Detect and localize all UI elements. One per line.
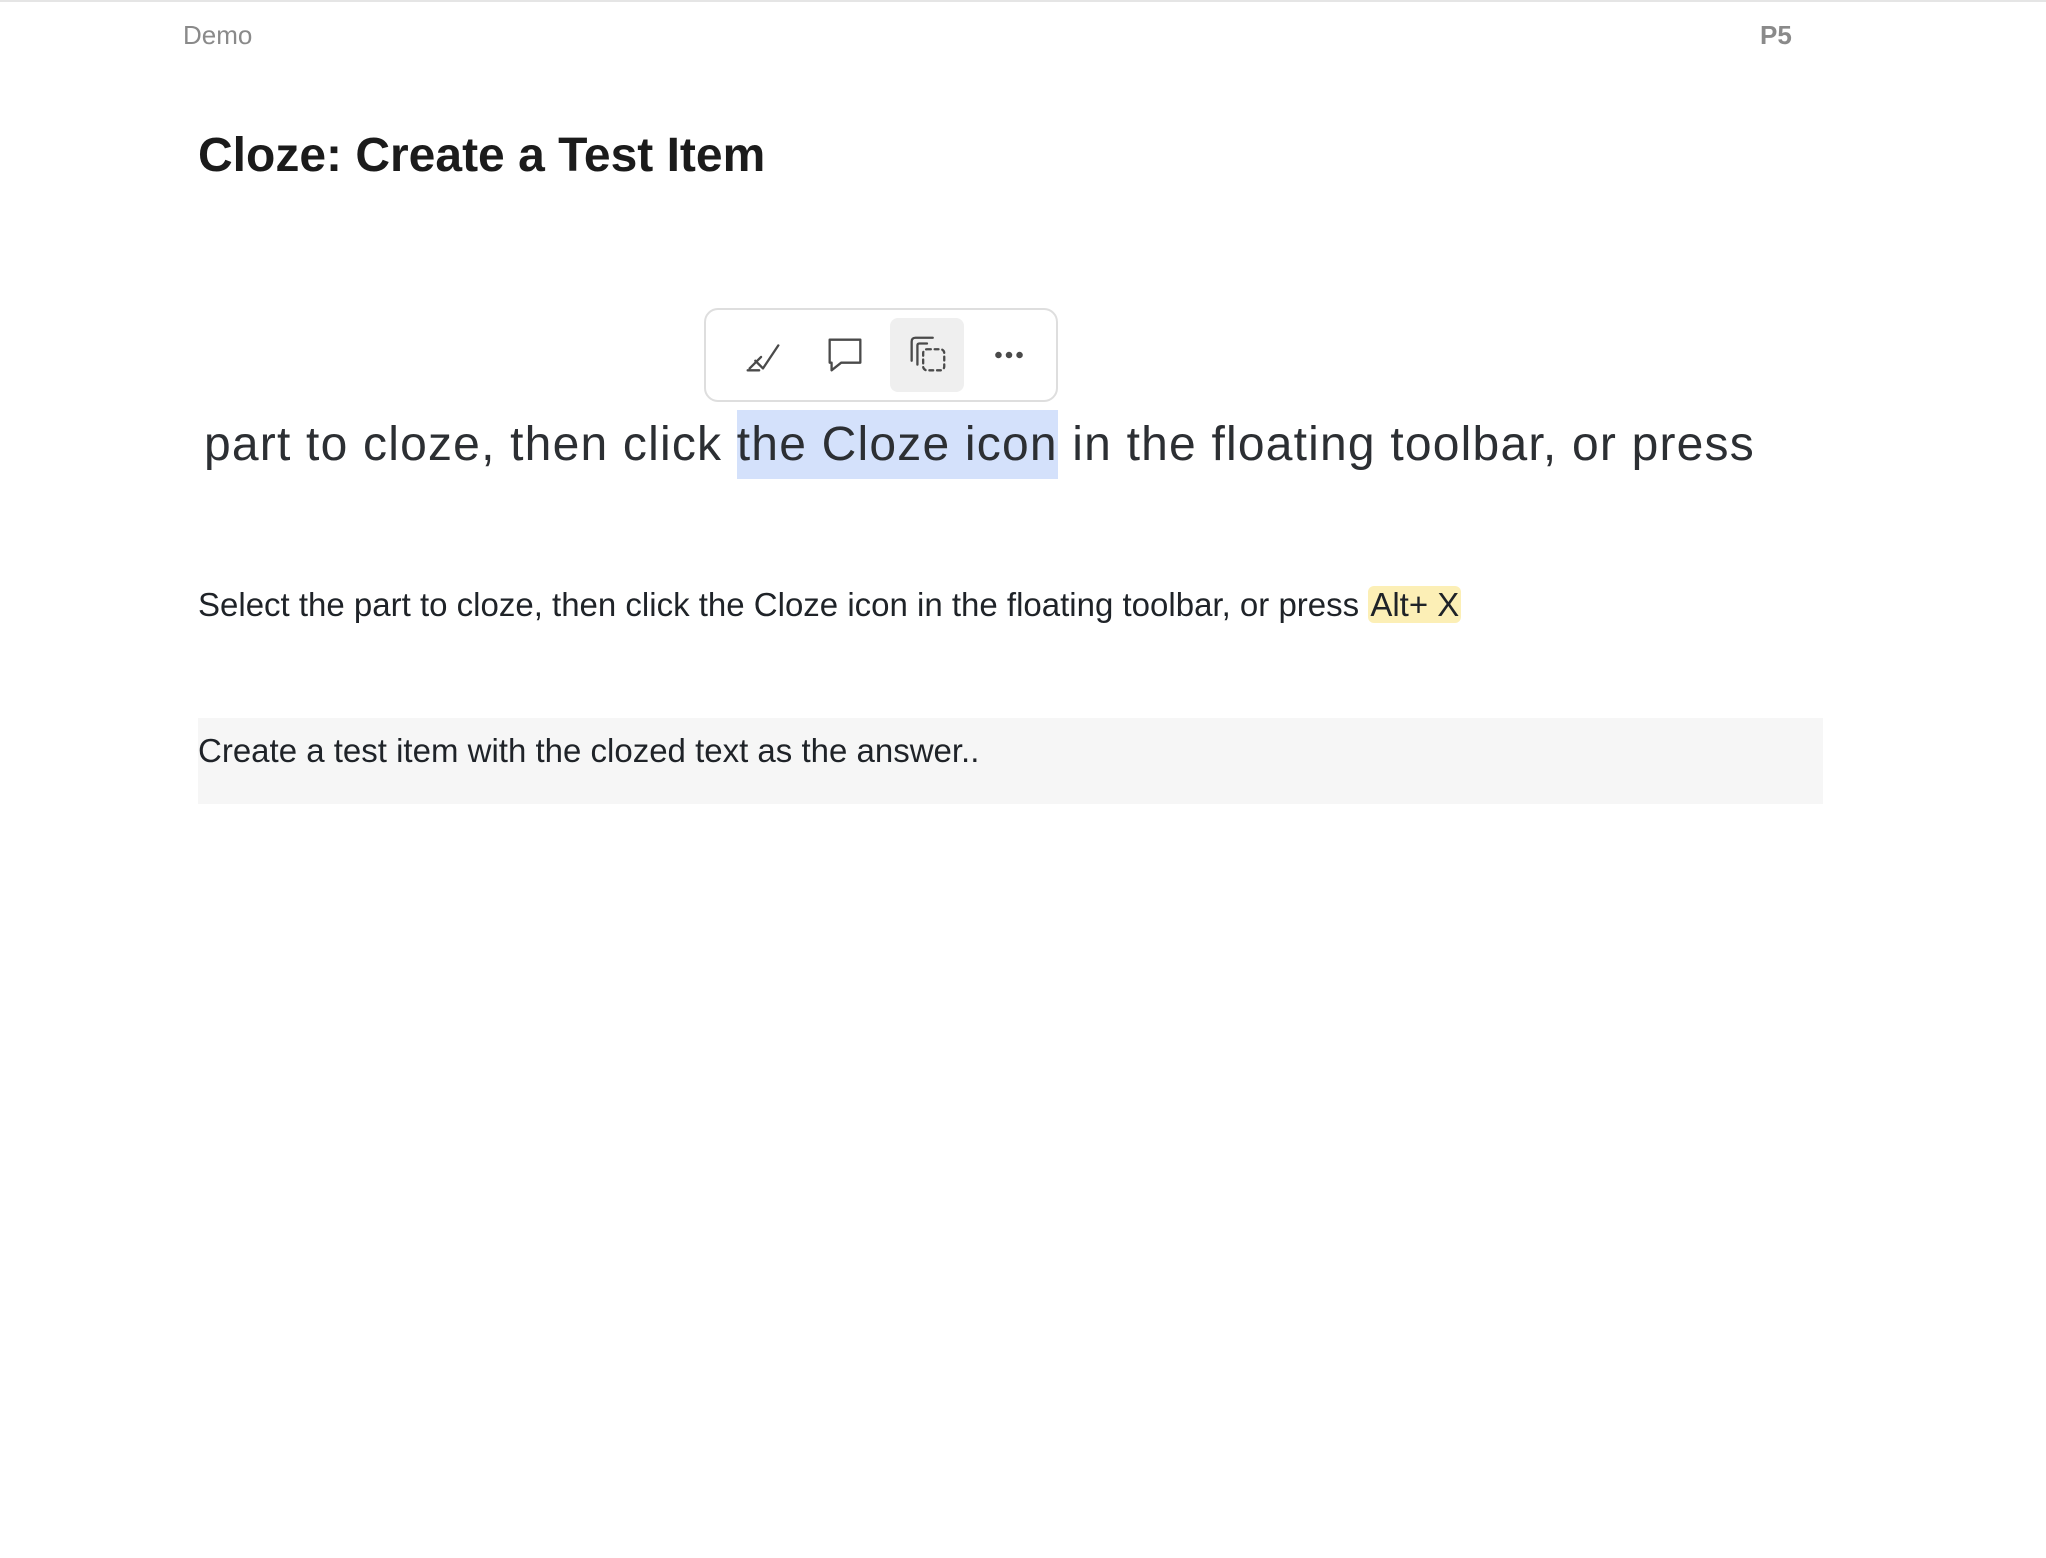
zoomed-sentence: part to cloze, then click the Cloze icon… — [204, 406, 1755, 484]
note-block: Create a test item with the clozed text … — [198, 718, 1823, 804]
more-icon — [995, 351, 1023, 359]
highlight-button[interactable] — [726, 318, 800, 392]
page-title: Cloze: Create a Test Item — [198, 129, 766, 182]
page-number-badge: P5 — [1760, 20, 1792, 50]
document-page: Demo P5 Cloze: Create a Test Item part t… — [0, 0, 2046, 1558]
zoomed-text-before: part to cloze, then click — [204, 418, 737, 471]
zoomed-text-after: in the floating toolbar, or press — [1057, 418, 1755, 471]
breadcrumb-demo[interactable]: Demo — [183, 20, 252, 51]
floating-toolbar — [704, 308, 1058, 402]
instruction-paragraph: Select the part to cloze, then click the… — [198, 582, 1462, 628]
comment-button[interactable] — [808, 318, 882, 392]
more-options-button[interactable] — [972, 318, 1046, 392]
cloze-icon — [910, 336, 946, 372]
shortcut-badge: Alt+ X — [1368, 586, 1462, 623]
highlighter-icon — [746, 344, 780, 372]
comment-icon — [828, 338, 862, 372]
cloze-button[interactable] — [890, 318, 964, 392]
selected-text[interactable]: the Cloze icon — [736, 410, 1058, 479]
instruction-text: Select the part to cloze, then click the… — [198, 586, 1369, 623]
